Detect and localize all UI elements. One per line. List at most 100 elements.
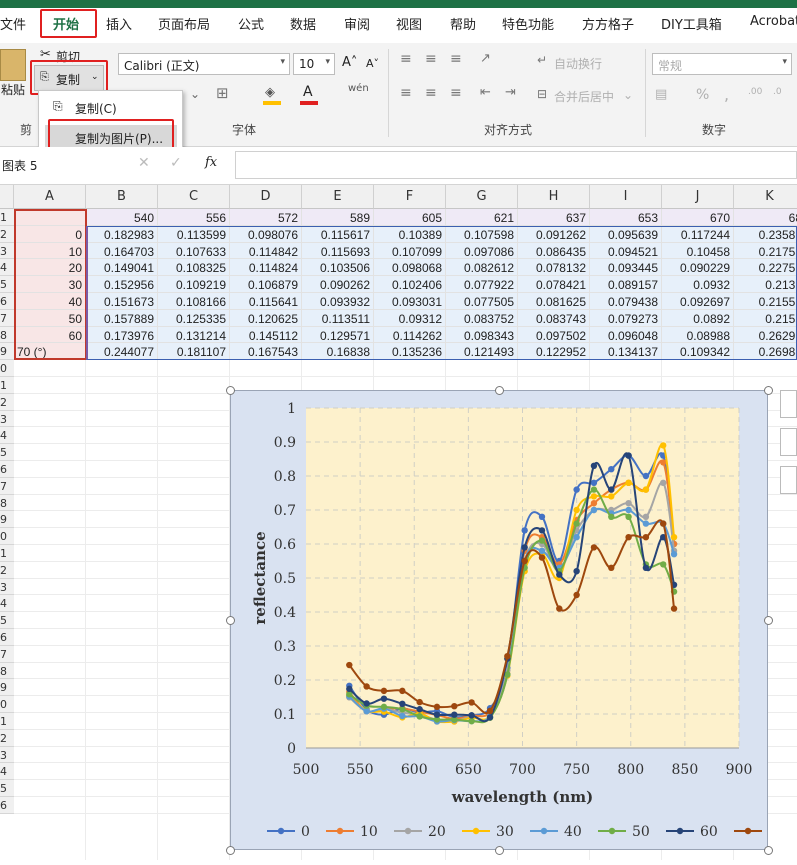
- column-header-a[interactable]: A: [14, 185, 86, 209]
- data-cell[interactable]: 0.173976: [86, 326, 158, 344]
- wrap-text-button[interactable]: 自动换行: [554, 55, 602, 72]
- data-cell[interactable]: 0.2155: [734, 309, 797, 327]
- row-header[interactable]: 8: [0, 326, 14, 344]
- wavelength-header-cell[interactable]: 572: [230, 209, 302, 226]
- border-icon[interactable]: ⊞: [216, 84, 229, 102]
- data-cell[interactable]: 0.113511: [302, 309, 374, 327]
- row-header[interactable]: 5: [0, 780, 14, 797]
- chevron-down-icon[interactable]: ⌄: [623, 88, 633, 102]
- row-header[interactable]: 2: [0, 729, 14, 747]
- data-cell[interactable]: 0.106879: [230, 276, 302, 293]
- data-cell[interactable]: 0.090262: [302, 276, 374, 293]
- chart-resize-handle[interactable]: [764, 616, 773, 625]
- data-cell[interactable]: 0.26299: [734, 326, 797, 344]
- chart-object[interactable]: 0 0.1 0.2 0.3 0.4 0.5 0.6 0.7 0.8 0.9 1 500 550 600 65…: [226, 386, 773, 855]
- row-header[interactable]: 0: [0, 696, 14, 713]
- select-all-corner[interactable]: [0, 185, 14, 209]
- row-header[interactable]: 6: [0, 293, 14, 310]
- row-header[interactable]: 7: [0, 477, 14, 495]
- paste-label[interactable]: 粘贴: [1, 81, 25, 98]
- data-cell[interactable]: 0.114262: [374, 326, 446, 344]
- data-cell[interactable]: 0: [14, 225, 86, 243]
- row-header[interactable]: 4: [0, 763, 14, 781]
- indent-increase-icon[interactable]: ⇥: [505, 85, 516, 100]
- data-cell[interactable]: 0.109219: [158, 276, 230, 293]
- wavelength-header-cell[interactable]: 670: [662, 209, 734, 226]
- comma-button[interactable]: ,: [724, 85, 729, 104]
- wavelength-header-cell[interactable]: 589: [302, 209, 374, 226]
- data-cell[interactable]: 10: [14, 242, 86, 260]
- data-cell[interactable]: 0.097502: [518, 326, 590, 344]
- tab-page-layout[interactable]: 页面布局: [158, 14, 210, 33]
- chart-resize-handle[interactable]: [495, 846, 504, 855]
- orientation-icon[interactable]: ↗: [480, 51, 491, 66]
- data-cell[interactable]: 0.098343: [446, 326, 518, 344]
- wavelength-header-cell[interactable]: 540: [86, 209, 158, 226]
- data-cell[interactable]: 0.083752: [446, 309, 518, 327]
- data-cell[interactable]: 0.093445: [590, 259, 662, 277]
- row-header[interactable]: 1: [0, 377, 14, 394]
- row-header[interactable]: 1: [0, 545, 14, 562]
- row-header[interactable]: 9: [0, 511, 14, 529]
- tab-view[interactable]: 视图: [396, 14, 422, 33]
- data-cell[interactable]: 0.091262: [518, 225, 590, 243]
- row-header[interactable]: 1: [0, 713, 14, 730]
- data-cell[interactable]: 0.164703: [86, 242, 158, 260]
- data-cell[interactable]: 0.120625: [230, 309, 302, 327]
- data-cell[interactable]: 0.077922: [446, 276, 518, 293]
- menu-item-copy[interactable]: ⎘ 复制(C): [45, 95, 177, 121]
- chart-resize-handle[interactable]: [226, 846, 235, 855]
- wavelength-header-cell[interactable]: 68: [734, 209, 797, 226]
- chart-resize-handle[interactable]: [764, 386, 773, 395]
- column-header-k[interactable]: K: [734, 185, 797, 209]
- data-cell[interactable]: 0.08988: [662, 326, 734, 344]
- chart-elements-button[interactable]: [780, 390, 797, 418]
- font-name-select[interactable]: Calibri (正文) ▾: [118, 53, 290, 75]
- row-header[interactable]: 3: [0, 578, 14, 596]
- data-cell[interactable]: 0.121493: [446, 343, 518, 361]
- row-header[interactable]: 9: [0, 679, 14, 697]
- data-cell[interactable]: 0.134137: [590, 343, 662, 361]
- data-cell[interactable]: 50: [14, 309, 86, 327]
- data-cell[interactable]: 0.115693: [302, 242, 374, 260]
- data-cell[interactable]: 0.122952: [518, 343, 590, 361]
- data-cell[interactable]: 0.145112: [230, 326, 302, 344]
- row-header[interactable]: 0: [0, 360, 14, 377]
- data-cell[interactable]: 0.135236: [374, 343, 446, 361]
- paste-icon[interactable]: [0, 49, 26, 81]
- data-cell[interactable]: 0.093932: [302, 293, 374, 310]
- wavelength-header-cell[interactable]: 605: [374, 209, 446, 226]
- data-cell[interactable]: 0.10389: [374, 225, 446, 243]
- column-header-f[interactable]: F: [374, 185, 446, 209]
- wavelength-header-cell[interactable]: 653: [590, 209, 662, 226]
- currency-icon[interactable]: ▤: [655, 87, 667, 102]
- data-cell[interactable]: 0.131214: [158, 326, 230, 344]
- enter-icon[interactable]: ✓: [170, 155, 182, 171]
- data-cell[interactable]: 0.093031: [374, 293, 446, 310]
- align-left-icon[interactable]: ≡: [400, 85, 412, 101]
- data-cell[interactable]: 60: [14, 326, 86, 344]
- wavelength-header-cell[interactable]: 637: [518, 209, 590, 226]
- align-top-icon[interactable]: ≡: [400, 51, 412, 67]
- row-header[interactable]: 5: [0, 444, 14, 461]
- data-cell[interactable]: 0.077505: [446, 293, 518, 310]
- row-header[interactable]: 3: [0, 746, 14, 764]
- data-cell[interactable]: 0.115641: [230, 293, 302, 310]
- wavelength-header-cell[interactable]: 621: [446, 209, 518, 226]
- row-header[interactable]: 0: [0, 528, 14, 545]
- align-center-icon[interactable]: ≡: [425, 85, 437, 101]
- data-cell[interactable]: 0.097086: [446, 242, 518, 260]
- tab-fangfang[interactable]: 方方格子: [582, 14, 634, 33]
- data-cell[interactable]: 0.090229: [662, 259, 734, 277]
- data-cell[interactable]: 0.107598: [446, 225, 518, 243]
- align-bottom-icon[interactable]: ≡: [450, 51, 462, 67]
- data-cell[interactable]: 0.078421: [518, 276, 590, 293]
- tab-data[interactable]: 数据: [290, 14, 316, 33]
- data-cell[interactable]: 40: [14, 293, 86, 310]
- row-header[interactable]: 2: [0, 393, 14, 411]
- data-cell[interactable]: 0.102406: [374, 276, 446, 293]
- data-cell[interactable]: 0.23586: [734, 225, 797, 243]
- tab-insert[interactable]: 插入: [106, 14, 132, 33]
- data-cell[interactable]: 0.095639: [590, 225, 662, 243]
- row-header[interactable]: 1: [0, 209, 14, 226]
